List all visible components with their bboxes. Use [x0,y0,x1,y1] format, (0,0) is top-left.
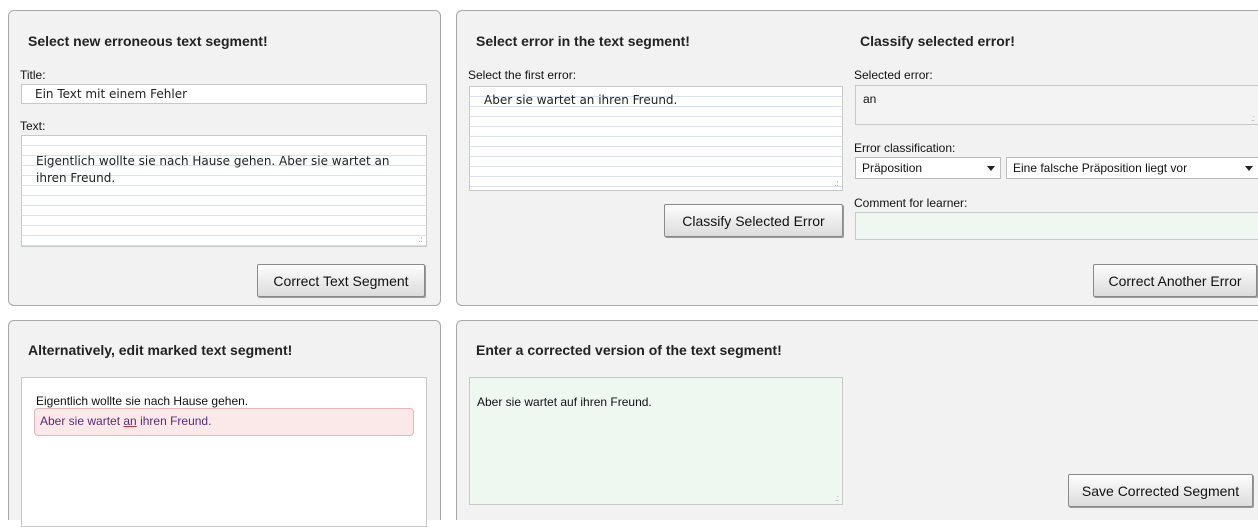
corrected-segment-textarea[interactable]: Aber sie wartet auf ihren Freund. .: [469,377,843,505]
edit-segment-panel: Alternatively, edit marked text segment!… [8,320,441,527]
error-classification-label: Error classification: [854,141,956,155]
comment-input[interactable] [855,212,1258,240]
marked-sentence-after: ihren Freund. [136,414,212,428]
correct-text-segment-button[interactable]: Correct Text Segment [257,264,425,297]
text-textarea[interactable]: Eigentlich wollte sie nach Hause gehen. … [21,135,427,247]
save-corrected-segment-button[interactable]: Save Corrected Segment [1068,474,1253,507]
marked-sentence[interactable]: Aber sie wartet an ihren Freund. [34,408,414,436]
corrected-segment-value: Aber sie wartet auf ihren Freund. [477,395,652,409]
resize-grip-icon[interactable]: .: [418,236,423,245]
first-error-textarea[interactable]: Aber sie wartet an ihren Freund. .: [469,86,843,191]
marked-sentence-before: Aber sie wartet [40,414,124,428]
resize-grip-icon[interactable]: .: [835,494,839,503]
resize-grip-icon[interactable]: .: [1251,114,1255,123]
marked-segment-editor[interactable]: Eigentlich wollte sie nach Hause gehen. … [21,377,427,527]
error-category-value: Präposition [862,161,923,175]
selected-error-field[interactable]: an .: [855,85,1258,125]
title-input[interactable]: Ein Text mit einem Fehler [21,84,427,104]
error-subcategory-select[interactable]: Eine falsche Präposition liegt vor [1006,157,1258,179]
chevron-down-icon [1245,166,1253,171]
correct-another-error-button[interactable]: Correct Another Error [1093,264,1257,297]
error-category-select[interactable]: Präposition [855,157,1001,179]
corrected-segment-title: Enter a corrected version of the text se… [476,342,782,358]
first-error-label: Select the first error: [468,68,577,82]
error-panel: Select error in the text segment! Select… [456,10,1258,306]
comment-label: Comment for learner: [854,196,968,210]
chevron-down-icon [987,166,995,171]
selected-error-value: an [863,92,877,106]
title-input-value: Ein Text mit einem Fehler [35,87,188,101]
select-error-title: Select error in the text segment! [476,33,690,49]
text-textarea-value: Eigentlich wollte sie nach Hause gehen. … [36,154,390,185]
selected-error-label: Selected error: [854,68,933,82]
error-subcategory-value: Eine falsche Präposition liegt vor [1013,161,1188,175]
marked-error-word[interactable]: an [123,414,136,428]
edit-segment-title: Alternatively, edit marked text segment! [28,342,293,358]
context-sentence: Eigentlich wollte sie nach Hause gehen. [36,394,249,408]
classify-selected-error-button[interactable]: Classify Selected Error [664,204,843,237]
resize-grip-icon[interactable]: .: [834,180,839,189]
select-segment-panel: Select new erroneous text segment! Title… [8,10,441,306]
title-label: Title: [20,68,46,82]
select-segment-title: Select new erroneous text segment! [28,33,268,49]
corrected-segment-panel: Enter a corrected version of the text se… [456,320,1258,520]
text-label: Text: [20,119,46,133]
first-error-value: Aber sie wartet an ihren Freund. [484,93,678,107]
classify-error-title: Classify selected error! [860,33,1015,49]
